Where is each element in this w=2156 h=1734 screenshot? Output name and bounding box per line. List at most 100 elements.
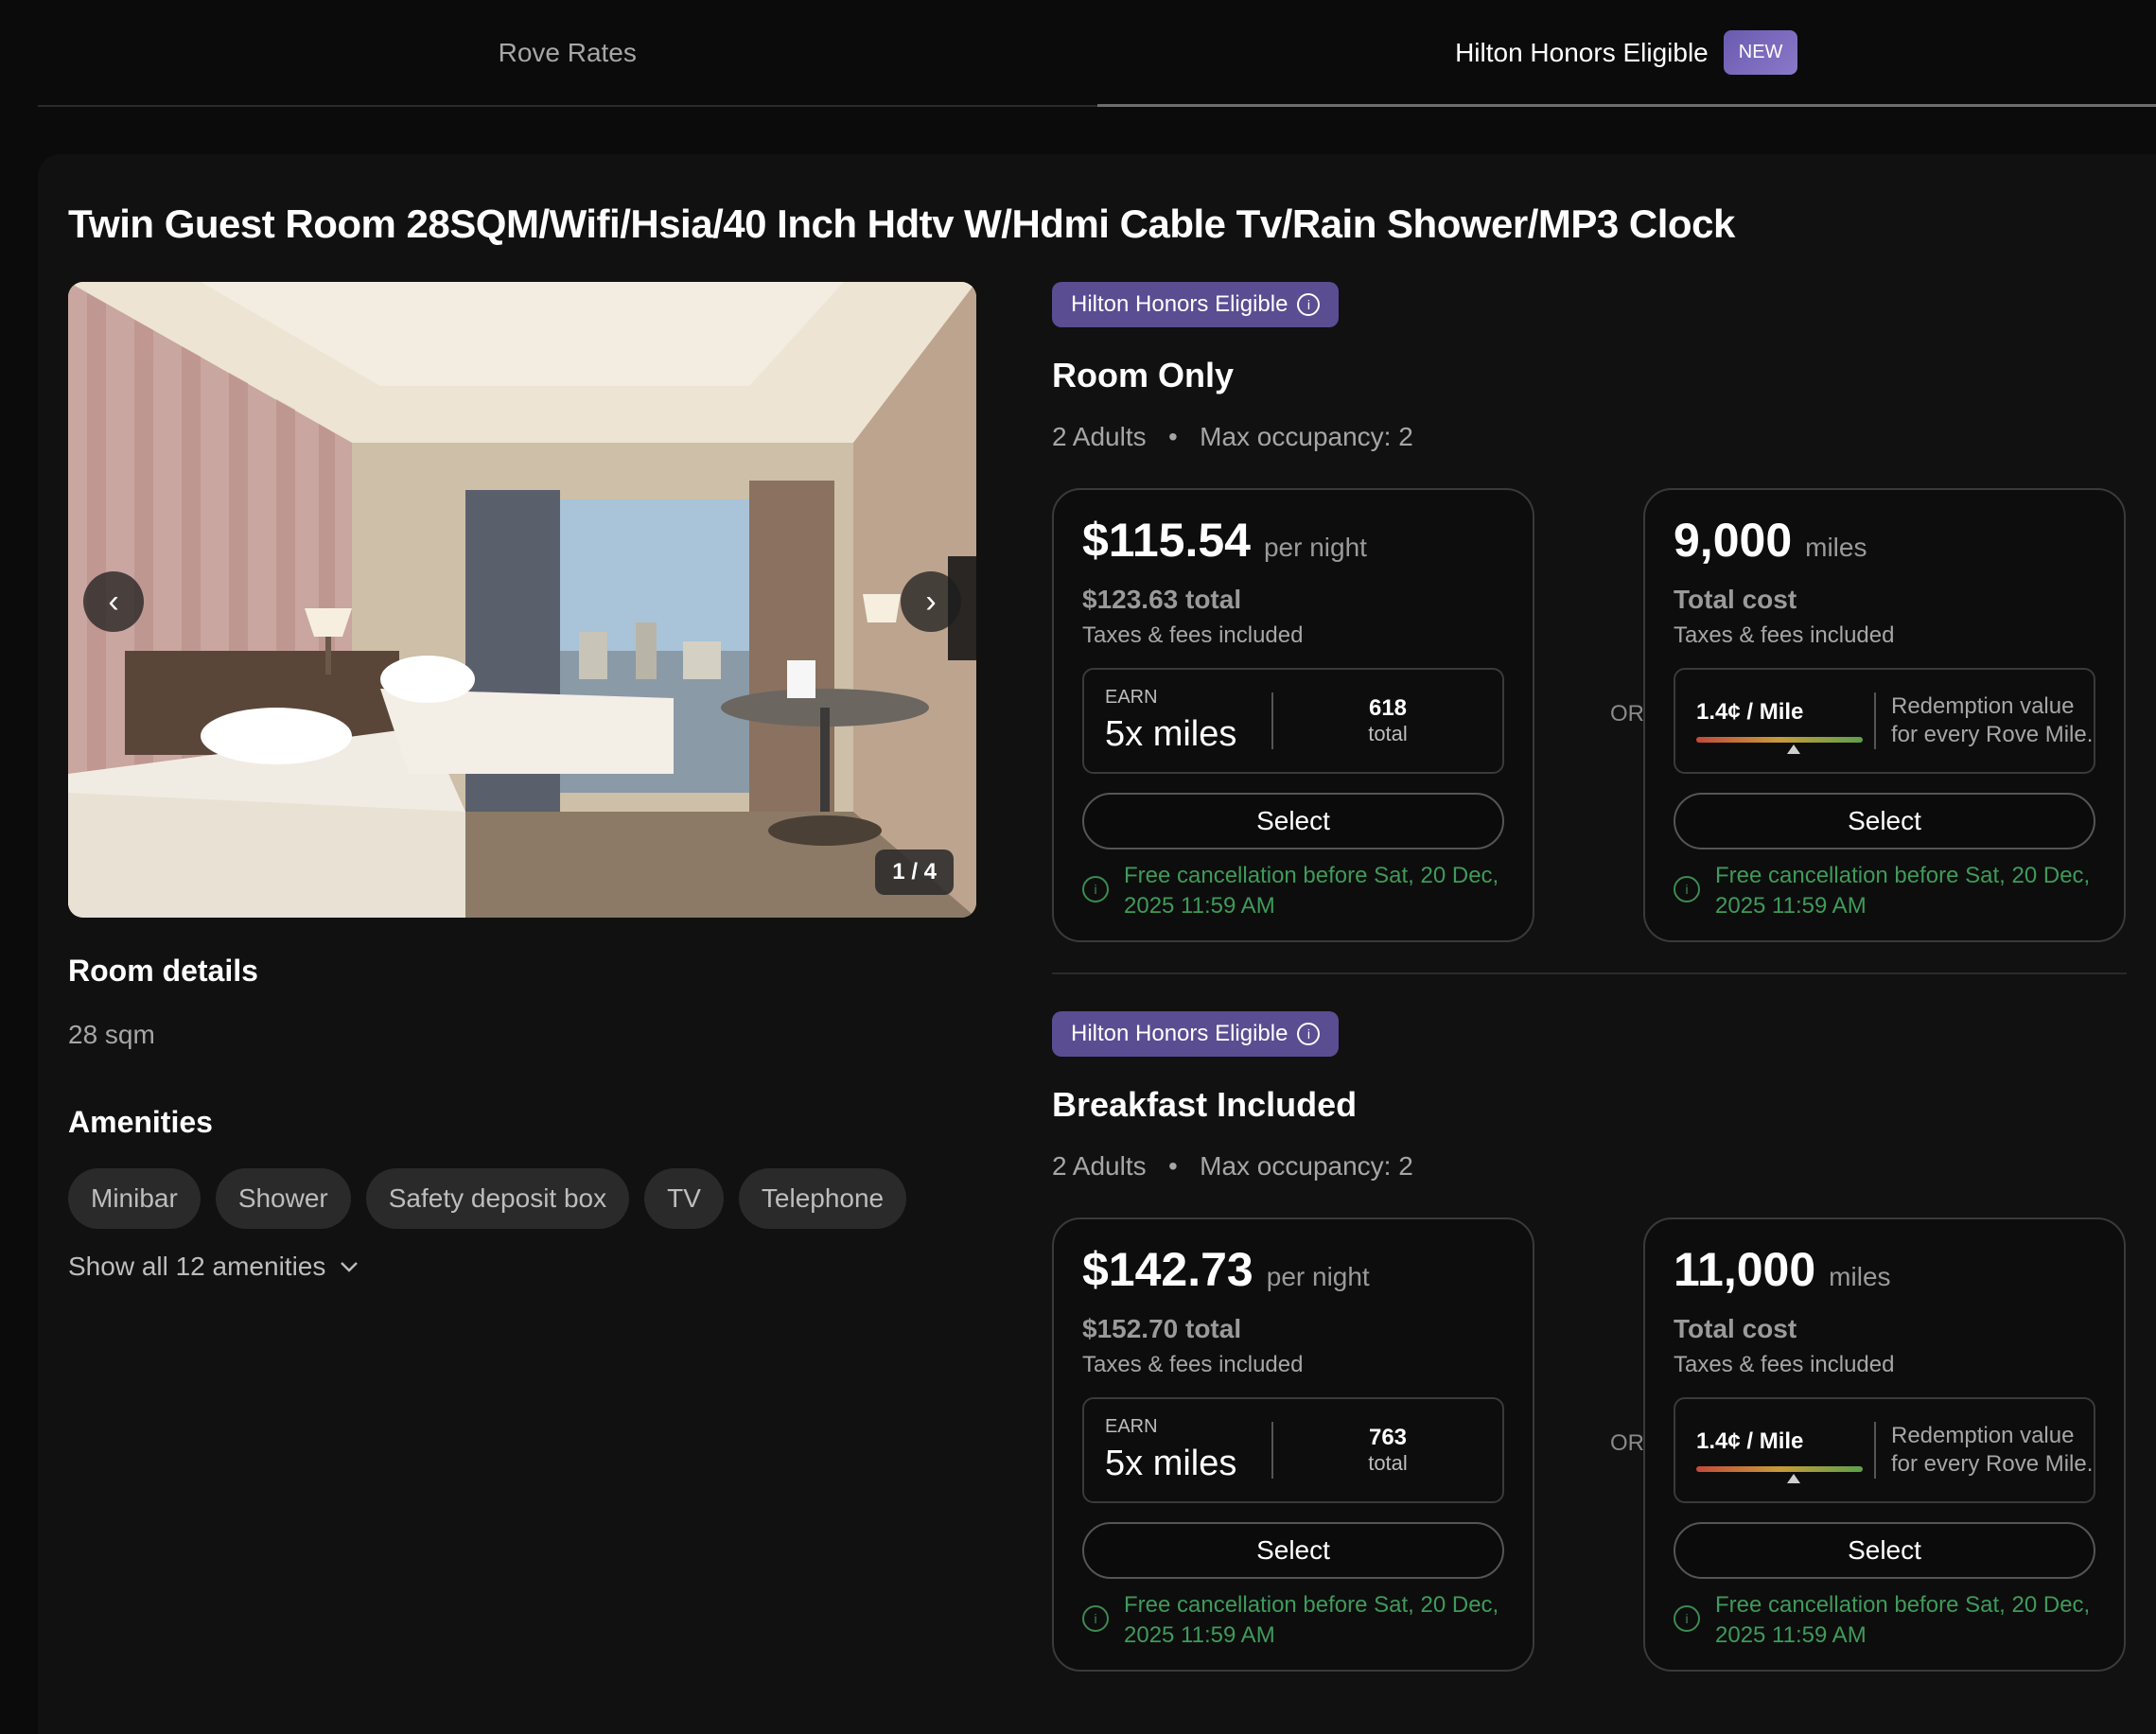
total-price: $152.70 total xyxy=(1082,1314,1242,1343)
cancellation-policy: i Free cancellation before Sat, 20 Dec, … xyxy=(1082,1590,1504,1651)
earn-total-label: total xyxy=(1368,1451,1408,1475)
total-cost-label: Total cost xyxy=(1674,585,1797,614)
earn-total-label: total xyxy=(1368,722,1408,745)
room-title: Twin Guest Room 28SQM/Wifi/Hsia/40 Inch … xyxy=(68,201,1735,246)
miles-price-card: 9,000 miles Total cost Taxes & fees incl… xyxy=(1643,488,2126,942)
price-options: $142.73 per night $152.70 total Taxes & … xyxy=(1052,1217,2127,1672)
room-photo xyxy=(68,282,976,918)
redemption-value-box: 1.4¢ / Mile Redemption value for every R… xyxy=(1674,668,2095,774)
rate-tabs: Rove Rates Hilton Honors Eligible NEW xyxy=(38,0,2156,107)
tab-hilton-honors[interactable]: Hilton Honors Eligible NEW xyxy=(1096,0,2156,107)
redemption-description: Redemption value for every Rove Mile. xyxy=(1891,1423,2094,1477)
room-size: 28 sqm xyxy=(68,1020,155,1049)
tab-label: Rove Rates xyxy=(498,37,637,67)
cancellation-text: Free cancellation before Sat, 20 Dec, 20… xyxy=(1124,863,1499,919)
or-separator: OR xyxy=(1610,1430,1644,1456)
info-icon: i xyxy=(1297,293,1321,316)
bullet-separator: • xyxy=(1153,422,1193,451)
amenity-chip: Minibar xyxy=(68,1168,201,1229)
miles-amount: 9,000 xyxy=(1674,514,1793,567)
total-cost-label: Total cost xyxy=(1674,1314,1797,1343)
miles-unit: miles xyxy=(1805,533,1867,562)
tab-rove-rates[interactable]: Rove Rates xyxy=(38,0,1097,105)
adults-count: 2 Adults xyxy=(1052,422,1147,451)
bullet-separator: • xyxy=(1153,1151,1193,1181)
carousel-next-button[interactable]: › xyxy=(901,571,961,632)
cancellation-text: Free cancellation before Sat, 20 Dec, 20… xyxy=(1715,1592,2091,1648)
redemption-rate: 1.4¢ / Mile xyxy=(1696,1428,1804,1454)
miles-price-card: 11,000 miles Total cost Taxes & fees inc… xyxy=(1643,1217,2126,1672)
carousel-prev-button[interactable]: ‹ xyxy=(83,571,144,632)
cash-price-card: $115.54 per night $123.63 total Taxes & … xyxy=(1052,488,1534,942)
earn-miles-box: EARN 5x miles 618 total xyxy=(1082,668,1504,774)
redemption-value-box: 1.4¢ / Mile Redemption value for every R… xyxy=(1674,1397,2095,1503)
select-miles-button[interactable]: Select xyxy=(1674,1522,2095,1579)
nightly-price: $115.54 xyxy=(1082,514,1251,567)
total-price: $123.63 total xyxy=(1082,585,1242,614)
taxes-note: Taxes & fees included xyxy=(1674,622,1895,648)
room-photo-carousel[interactable]: ‹ › 1 / 4 xyxy=(68,282,976,918)
info-icon: i xyxy=(1297,1023,1321,1045)
show-all-label: Show all 12 amenities xyxy=(68,1252,326,1281)
select-cash-button[interactable]: Select xyxy=(1082,793,1504,849)
taxes-note: Taxes & fees included xyxy=(1674,1352,1895,1377)
info-icon: i xyxy=(1674,1605,1700,1632)
rate-option-breakfast-included: Hilton Honors Eligible i Breakfast Inclu… xyxy=(1052,1011,2127,1672)
taxes-note: Taxes & fees included xyxy=(1082,1352,1304,1377)
price-unit: per night xyxy=(1266,1262,1370,1291)
amenity-chip: Shower xyxy=(215,1168,351,1229)
tab-label: Hilton Honors Eligible xyxy=(1455,37,1709,67)
chevron-right-icon: › xyxy=(925,583,937,620)
redemption-rate: 1.4¢ / Mile xyxy=(1696,699,1804,725)
amenity-chip: TV xyxy=(644,1168,724,1229)
new-badge: NEW xyxy=(1723,30,1798,75)
cash-price-card: $142.73 per night $152.70 total Taxes & … xyxy=(1052,1217,1534,1672)
cancellation-policy: i Free cancellation before Sat, 20 Dec, … xyxy=(1082,861,1504,921)
room-card: Twin Guest Room 28SQM/Wifi/Hsia/40 Inch … xyxy=(38,154,2156,1734)
price-unit: per night xyxy=(1263,533,1367,562)
photo-counter: 1 / 4 xyxy=(875,849,954,895)
or-separator: OR xyxy=(1610,701,1644,727)
earn-total-miles: 763 xyxy=(1368,1425,1408,1450)
redemption-gauge xyxy=(1696,1466,1863,1483)
redemption-description: Redemption value for every Rove Mile. xyxy=(1891,693,2094,747)
occupancy-info: 2 Adults • Max occupancy: 2 xyxy=(1052,422,2127,452)
cancellation-text: Free cancellation before Sat, 20 Dec, 20… xyxy=(1124,1592,1499,1648)
amenity-list: Minibar Shower Safety deposit box TV Tel… xyxy=(68,1168,907,1229)
rate-name: Room Only xyxy=(1052,356,1235,394)
rate-name: Breakfast Included xyxy=(1052,1085,1358,1124)
amenity-chip: Safety deposit box xyxy=(365,1168,630,1229)
badge-label: Hilton Honors Eligible xyxy=(1071,291,1288,317)
earn-multiplier: 5x miles xyxy=(1105,714,1237,754)
hilton-honors-badge[interactable]: Hilton Honors Eligible i xyxy=(1052,282,1340,327)
max-occupancy: Max occupancy: 2 xyxy=(1200,1151,1413,1181)
redemption-gauge xyxy=(1696,737,1863,754)
chevron-down-icon xyxy=(341,1262,359,1272)
rate-option-room-only: Hilton Honors Eligible i Room Only 2 Adu… xyxy=(1052,282,2127,942)
max-occupancy: Max occupancy: 2 xyxy=(1200,422,1413,451)
badge-label: Hilton Honors Eligible xyxy=(1071,1021,1288,1046)
show-all-amenities-link[interactable]: Show all 12 amenities xyxy=(68,1252,359,1282)
earn-total-miles: 618 xyxy=(1368,695,1408,721)
select-miles-button[interactable]: Select xyxy=(1674,793,2095,849)
amenities-heading: Amenities xyxy=(68,1105,213,1139)
taxes-note: Taxes & fees included xyxy=(1082,622,1304,648)
occupancy-info: 2 Adults • Max occupancy: 2 xyxy=(1052,1151,2127,1182)
earn-miles-box: EARN 5x miles 763 total xyxy=(1082,1397,1504,1503)
miles-amount: 11,000 xyxy=(1674,1243,1816,1296)
miles-unit: miles xyxy=(1829,1262,1891,1291)
info-icon: i xyxy=(1082,1605,1109,1632)
rate-divider xyxy=(1052,972,2127,974)
earn-label: EARN xyxy=(1105,1416,1158,1437)
cancellation-policy: i Free cancellation before Sat, 20 Dec, … xyxy=(1674,1590,2095,1651)
gauge-indicator xyxy=(1787,1474,1800,1483)
nightly-price: $142.73 xyxy=(1082,1243,1253,1296)
room-details-heading: Room details xyxy=(68,954,258,988)
amenity-chip: Telephone xyxy=(738,1168,907,1229)
chevron-left-icon: ‹ xyxy=(108,583,119,620)
cancellation-text: Free cancellation before Sat, 20 Dec, 20… xyxy=(1715,863,2091,919)
earn-multiplier: 5x miles xyxy=(1105,1444,1237,1483)
info-icon: i xyxy=(1082,876,1109,902)
select-cash-button[interactable]: Select xyxy=(1082,1522,1504,1579)
hilton-honors-badge[interactable]: Hilton Honors Eligible i xyxy=(1052,1011,1340,1057)
